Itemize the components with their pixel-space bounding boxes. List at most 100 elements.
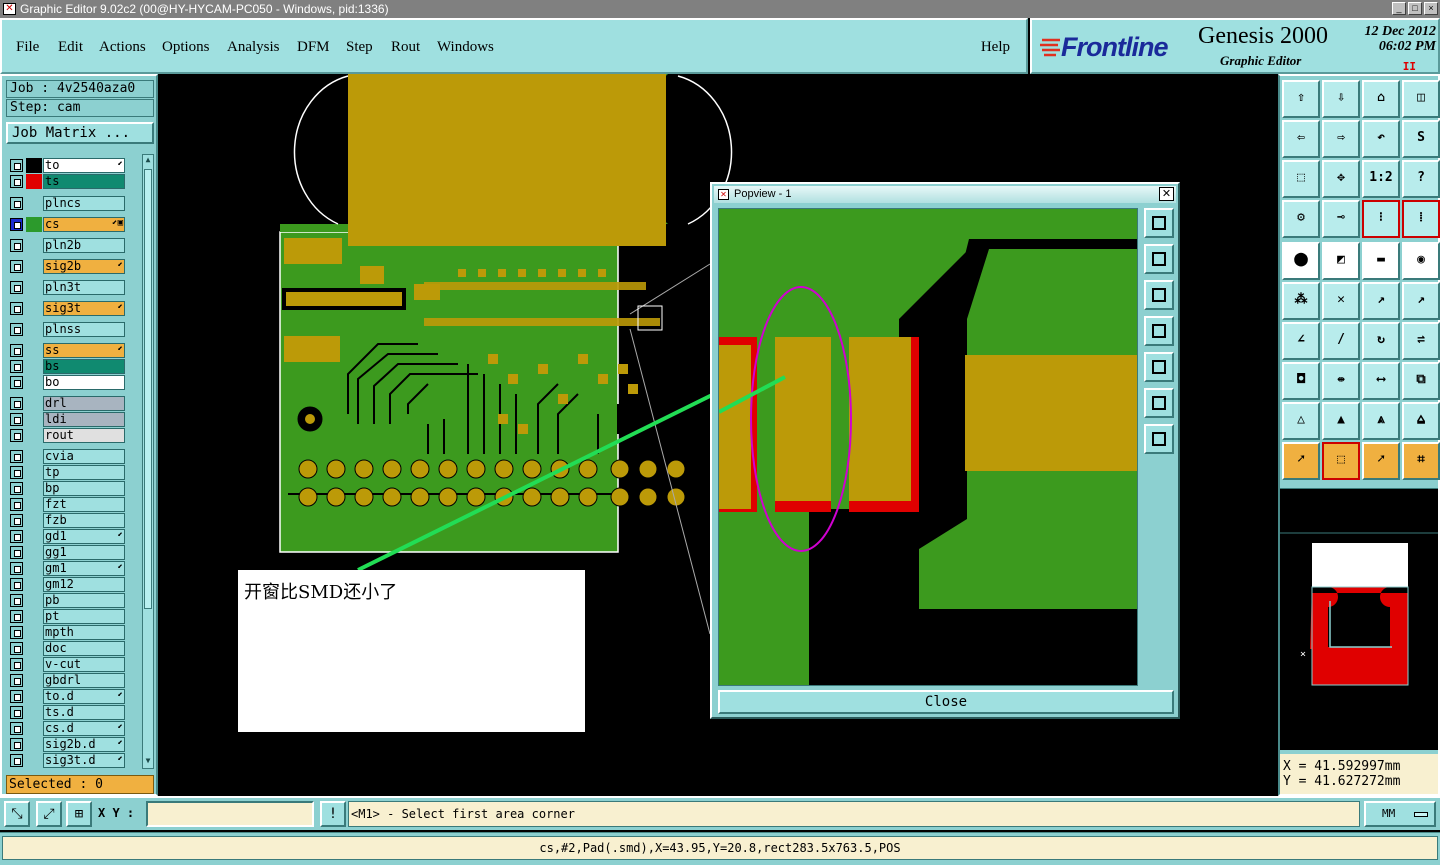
layer-row[interactable]: pln2b <box>8 238 128 253</box>
draw-line-icon[interactable]: ◩ <box>1322 242 1360 280</box>
layer-row[interactable]: doc <box>8 641 128 656</box>
slice-icon[interactable]: ⩠ <box>1402 402 1440 440</box>
layer-checkbox[interactable] <box>10 466 23 479</box>
layer-row[interactable]: mpth <box>8 625 128 640</box>
layer-checkbox[interactable] <box>10 546 23 559</box>
add-feature-icon[interactable]: ⬤ <box>1282 242 1320 280</box>
layer-name[interactable]: gm1 <box>43 561 125 576</box>
layer-row[interactable]: cs ⬋▣ <box>8 217 128 232</box>
pause-icon[interactable]: II <box>1403 60 1416 73</box>
layer-row[interactable]: bp <box>8 481 128 496</box>
layer-checkbox[interactable] <box>10 260 23 273</box>
popview-zoom-fit-icon[interactable] <box>1144 388 1174 418</box>
layer-name[interactable]: bp <box>43 481 125 496</box>
layer-row[interactable]: fzt <box>8 497 128 512</box>
layer-row[interactable]: gg1 <box>8 545 128 560</box>
layer-name[interactable]: fzb <box>43 513 125 528</box>
pan-up-icon[interactable]: ⇧ <box>1282 80 1320 118</box>
measure-ruler-icon[interactable]: ▬ <box>1362 242 1400 280</box>
layer-checkbox[interactable] <box>10 281 23 294</box>
layer-name[interactable]: pt <box>43 609 125 624</box>
zoom-in-icon[interactable]: ✥ <box>1322 160 1360 198</box>
layer-checkbox[interactable] <box>10 498 23 511</box>
layer-row[interactable]: gm1 ⬋ <box>8 561 128 576</box>
layer-checkbox[interactable] <box>10 594 23 607</box>
undo-view-icon[interactable]: ↶ <box>1362 120 1400 158</box>
layer-checkbox[interactable] <box>10 658 23 671</box>
layer-row[interactable]: bs <box>8 359 128 374</box>
layer-row[interactable]: drl <box>8 396 128 411</box>
layer-name[interactable]: sig2b <box>43 259 125 274</box>
layer-checkbox[interactable] <box>10 175 23 188</box>
layer-checkbox[interactable] <box>10 397 23 410</box>
home-icon[interactable]: ⌂ <box>1362 80 1400 118</box>
layer-row[interactable]: cs.d ⬋ <box>8 721 128 736</box>
redraw-icon[interactable]: S <box>1402 120 1440 158</box>
layer-name[interactable]: cs.d <box>43 721 125 736</box>
layer-name[interactable]: pln3t <box>43 280 125 295</box>
layer-name[interactable]: sig2b.d <box>43 737 125 752</box>
layer-name[interactable]: ts.d <box>43 705 125 720</box>
layer-row[interactable]: ts <box>8 174 128 189</box>
select-net-icon[interactable]: ⌗ <box>1402 442 1440 480</box>
pad-shape-icon[interactable]: ◘ <box>1282 362 1320 400</box>
layer-scrollbar[interactable]: ▲ ▼ <box>142 154 154 769</box>
layer-checkbox[interactable] <box>10 642 23 655</box>
settings-icon[interactable]: ⚙ <box>1282 200 1320 238</box>
menu-actions[interactable]: Actions <box>99 39 146 56</box>
layer-name[interactable]: ts <box>43 174 125 189</box>
layer-checkbox[interactable] <box>10 754 23 767</box>
contour-icon[interactable]: ⩓ <box>1362 402 1400 440</box>
connect-icon[interactable]: ⁂ <box>1282 282 1320 320</box>
pan-left-icon[interactable]: ⇦ <box>1282 120 1320 158</box>
xy-input[interactable] <box>146 801 314 827</box>
popview-pan-up-icon[interactable] <box>1144 244 1174 274</box>
overview-map[interactable]: × <box>1280 488 1438 750</box>
layer-row[interactable]: sig2b ⬋ <box>8 259 128 274</box>
close-window-button[interactable]: × <box>1424 2 1438 15</box>
layer-checkbox[interactable] <box>10 239 23 252</box>
layer-checkbox[interactable] <box>10 218 23 231</box>
menu-rout[interactable]: Rout <box>391 39 420 56</box>
layer-checkbox[interactable] <box>10 690 23 703</box>
layer-row[interactable]: gbdrl <box>8 673 128 688</box>
menu-dfm[interactable]: DFM <box>297 39 330 56</box>
layer-name[interactable]: ldi <box>43 412 125 427</box>
layer-row[interactable]: cvia <box>8 449 128 464</box>
layer-row[interactable]: pt <box>8 609 128 624</box>
scroll-down-icon[interactable]: ▼ <box>143 756 153 768</box>
popview-pan-down-icon[interactable] <box>1144 280 1174 310</box>
fit-width-icon[interactable]: ⟷ <box>1362 362 1400 400</box>
layer-row[interactable]: ts.d <box>8 705 128 720</box>
layer-checkbox[interactable] <box>10 323 23 336</box>
measure-icon[interactable]: ⤢ <box>36 801 62 827</box>
diagonal-line-icon[interactable]: / <box>1322 322 1360 360</box>
arc-icon[interactable]: ↻ <box>1362 322 1400 360</box>
layer-checkbox[interactable] <box>10 674 23 687</box>
layer-row[interactable]: plnss <box>8 322 128 337</box>
layer-checkbox[interactable] <box>10 450 23 463</box>
layer-name[interactable]: mpth <box>43 625 125 640</box>
popview-canvas[interactable] <box>718 208 1138 686</box>
pan-right-icon[interactable]: ⇨ <box>1322 120 1360 158</box>
triangle-edit-icon[interactable]: △ <box>1282 402 1320 440</box>
layer-row[interactable]: bo <box>8 375 128 390</box>
layer-row[interactable]: to.d ⬋ <box>8 689 128 704</box>
mirror-icon[interactable]: ⇌ <box>1402 322 1440 360</box>
menu-analysis[interactable]: Analysis <box>227 39 280 56</box>
window-split-icon[interactable]: ◫ <box>1402 80 1440 118</box>
layer-checkbox[interactable] <box>10 482 23 495</box>
select-pad-icon[interactable]: ◉ <box>1402 242 1440 280</box>
layer-checkbox[interactable] <box>10 197 23 210</box>
layer-compare-icon[interactable]: ⁞ <box>1402 200 1440 238</box>
menu-options[interactable]: Options <box>162 39 210 56</box>
layer-checkbox[interactable] <box>10 626 23 639</box>
layer-checkbox[interactable] <box>10 429 23 442</box>
popview-close-icon[interactable]: ✕ <box>1159 187 1174 201</box>
popview-close-button[interactable]: Close <box>718 690 1174 714</box>
layer-checkbox[interactable] <box>10 360 23 373</box>
layer-row[interactable]: sig3t ⬋ <box>8 301 128 316</box>
layer-name[interactable]: gd1 <box>43 529 125 544</box>
scroll-up-icon[interactable]: ▲ <box>143 155 153 167</box>
layer-name[interactable]: to <box>43 158 125 173</box>
